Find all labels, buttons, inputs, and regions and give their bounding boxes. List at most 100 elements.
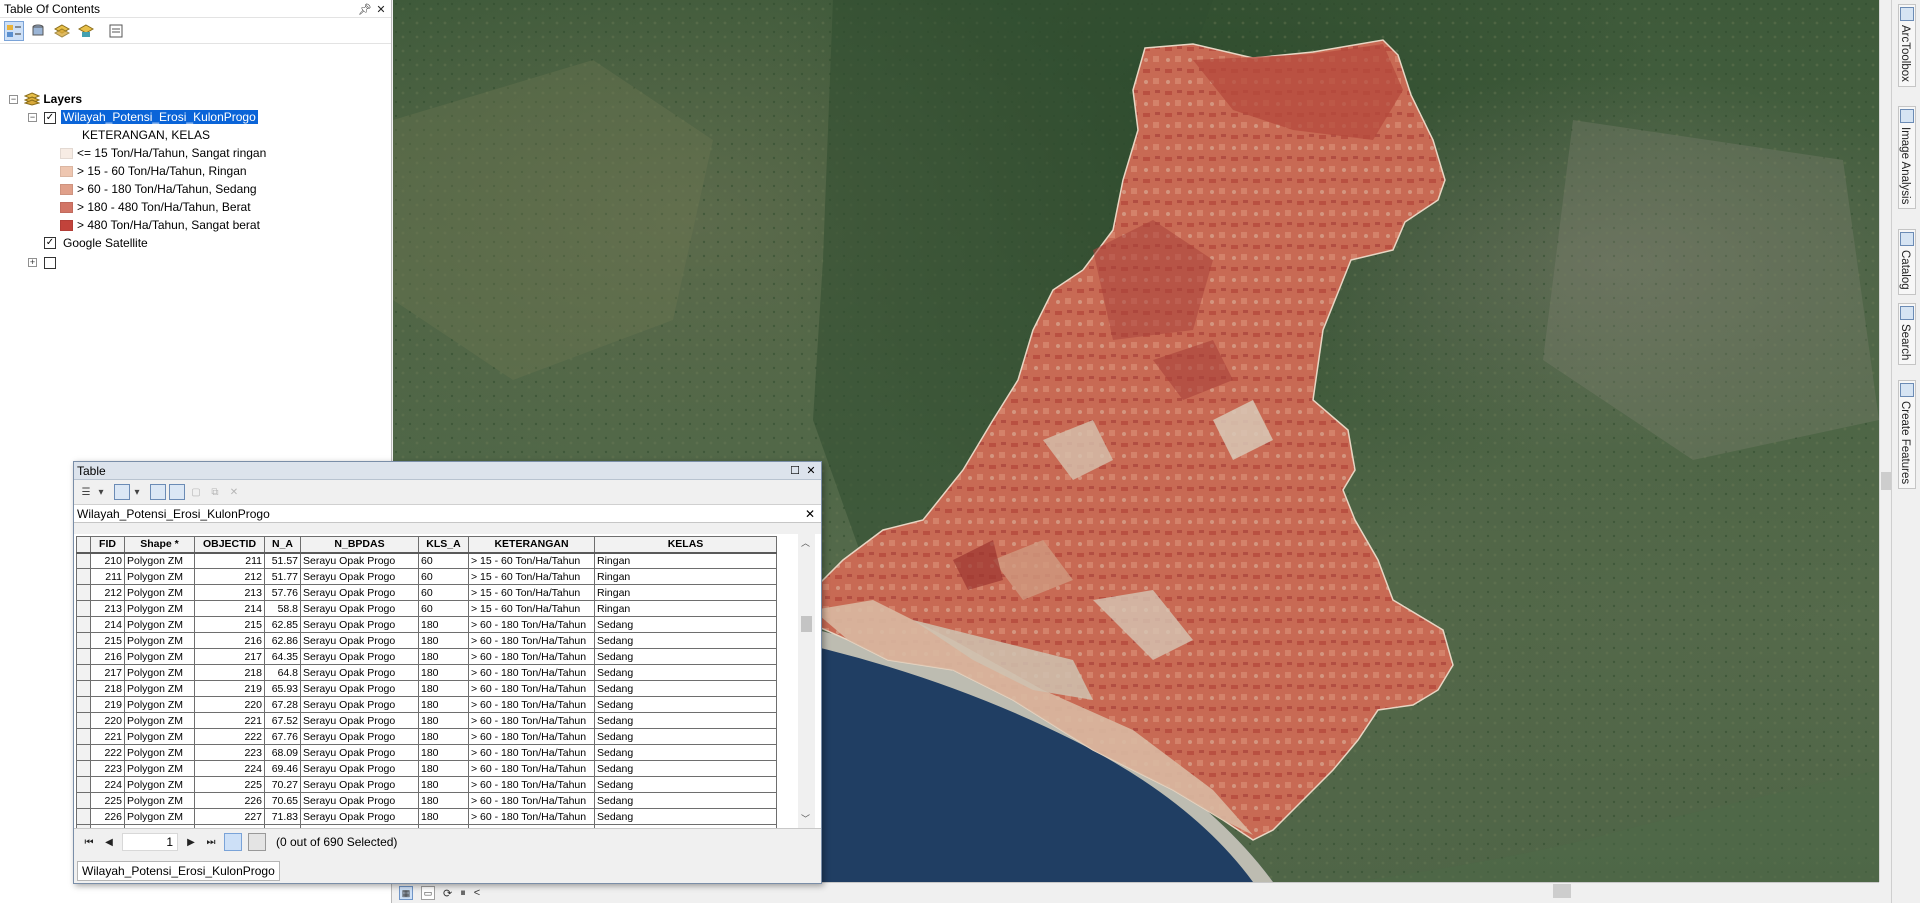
- table-row[interactable]: 217 Polygon ZM 218 64.8 Serayu Opak Progo 180…: [76, 664, 777, 681]
- row-selector[interactable]: [76, 568, 91, 585]
- related-tables-dropdown-icon[interactable]: ▾: [133, 484, 141, 500]
- table-cell[interactable]: Sedang: [594, 648, 777, 665]
- table-cell[interactable]: 67.28: [264, 696, 301, 713]
- table-cell[interactable]: 70.27: [264, 776, 301, 793]
- google-satellite-visibility-checkbox[interactable]: ✓: [44, 237, 56, 249]
- table-cell[interactable]: Polygon ZM: [124, 568, 195, 585]
- map-vertical-scrollbar[interactable]: [1879, 0, 1891, 882]
- table-cell[interactable]: Serayu Opak Progo: [300, 600, 419, 617]
- row-selector[interactable]: [76, 760, 91, 777]
- table-cell[interactable]: 219: [194, 680, 265, 697]
- table-cell[interactable]: 214: [194, 600, 265, 617]
- row-selector[interactable]: [76, 792, 91, 809]
- legend-swatch[interactable]: [60, 166, 73, 177]
- show-selected-records-button[interactable]: [248, 833, 266, 851]
- table-cell[interactable]: Polygon ZM: [124, 664, 195, 681]
- table-cell[interactable]: 218: [90, 680, 125, 697]
- list-by-selection-button[interactable]: [76, 21, 96, 41]
- table-cell[interactable]: 180: [418, 664, 469, 681]
- table-cell[interactable]: 216: [194, 632, 265, 649]
- google-satellite-layer-label[interactable]: Google Satellite: [63, 234, 148, 252]
- table-cell[interactable]: > 60 - 180 Ton/Ha/Tahun: [468, 808, 595, 825]
- table-cell[interactable]: 213: [194, 584, 265, 601]
- table-cell[interactable]: 214: [90, 616, 125, 633]
- table-cell[interactable]: 70.65: [264, 792, 301, 809]
- table-cell[interactable]: 62.86: [264, 632, 301, 649]
- table-cell[interactable]: Sedang: [594, 744, 777, 761]
- table-cell[interactable]: Sedang: [594, 728, 777, 745]
- show-all-records-button[interactable]: [224, 833, 242, 851]
- row-selector[interactable]: [76, 744, 91, 761]
- erosion-layer-name[interactable]: Wilayah_Potensi_Erosi_KulonProgo: [60, 109, 259, 125]
- previous-record-icon[interactable]: ◀: [102, 837, 116, 848]
- table-cell[interactable]: > 60 - 180 Ton/Ha/Tahun: [468, 712, 595, 729]
- table-cell[interactable]: Polygon ZM: [124, 696, 195, 713]
- table-row[interactable]: 222 Polygon ZM 223 68.09 Serayu Opak Progo 18…: [76, 744, 777, 761]
- row-selector[interactable]: [76, 584, 91, 601]
- table-cell[interactable]: > 15 - 60 Ton/Ha/Tahun: [468, 568, 595, 585]
- table-cell[interactable]: Polygon ZM: [124, 584, 195, 601]
- table-cell[interactable]: 222: [90, 744, 125, 761]
- table-cell[interactable]: 211: [90, 568, 125, 585]
- attribute-grid[interactable]: FID Shape * OBJECTID N_A N_BPDAS KLS_A K…: [74, 534, 821, 828]
- table-cell[interactable]: > 60 - 180 Ton/Ha/Tahun: [468, 664, 595, 681]
- refresh-icon[interactable]: ⟳: [443, 887, 452, 900]
- table-cell[interactable]: Sedang: [594, 616, 777, 633]
- select-by-attributes-icon[interactable]: [150, 484, 166, 500]
- delete-selected-icon[interactable]: ✕: [226, 484, 242, 500]
- table-bottom-tab[interactable]: Wilayah_Potensi_Erosi_KulonProgo: [77, 861, 280, 881]
- table-cell[interactable]: 58.8: [264, 600, 301, 617]
- table-cell[interactable]: 180: [418, 776, 469, 793]
- table-cell[interactable]: 210: [90, 552, 125, 569]
- table-row[interactable]: 223 Polygon ZM 224 69.46 Serayu Opak Progo 18…: [76, 760, 777, 777]
- table-cell[interactable]: Polygon ZM: [124, 776, 195, 793]
- list-by-source-button[interactable]: [28, 21, 48, 41]
- table-cell[interactable]: 180: [418, 648, 469, 665]
- table-cell[interactable]: 180: [418, 680, 469, 697]
- table-cell[interactable]: 180: [418, 760, 469, 777]
- row-selector[interactable]: [76, 728, 91, 745]
- table-cell[interactable]: 223: [90, 760, 125, 777]
- table-cell[interactable]: Polygon ZM: [124, 712, 195, 729]
- table-cell[interactable]: > 60 - 180 Ton/Ha/Tahun: [468, 616, 595, 633]
- table-row[interactable]: 225 Polygon ZM 226 70.65 Serayu Opak Progo 18…: [76, 792, 777, 809]
- table-cell[interactable]: 69.46: [264, 760, 301, 777]
- table-cell[interactable]: > 15 - 60 Ton/Ha/Tahun: [468, 552, 595, 569]
- unnamed-layer-expand-toggle[interactable]: +: [28, 258, 37, 267]
- table-cell[interactable]: > 60 - 180 Ton/Ha/Tahun: [468, 792, 595, 809]
- legend-swatch[interactable]: [60, 184, 73, 195]
- table-options-icon[interactable]: ☰: [78, 484, 94, 500]
- table-row[interactable]: 212 Polygon ZM 213 57.76 Serayu Opak Progo 60…: [76, 584, 777, 601]
- table-cell[interactable]: 68.09: [264, 744, 301, 761]
- table-cell[interactable]: 51.57: [264, 552, 301, 569]
- scroll-down-icon[interactable]: ﹀: [801, 812, 810, 825]
- table-cell[interactable]: > 60 - 180 Ton/Ha/Tahun: [468, 760, 595, 777]
- table-cell[interactable]: 180: [418, 712, 469, 729]
- table-cell[interactable]: 224: [194, 760, 265, 777]
- table-cell[interactable]: Serayu Opak Progo: [300, 760, 419, 777]
- table-row[interactable]: 226 Polygon ZM 227 71.83 Serayu Opak Progo 18…: [76, 808, 777, 825]
- table-row[interactable]: 216 Polygon ZM 217 64.35 Serayu Opak Progo 18…: [76, 648, 777, 665]
- table-row[interactable]: 219 Polygon ZM 220 67.28 Serayu Opak Progo 18…: [76, 696, 777, 713]
- table-cell[interactable]: Ringan: [594, 552, 777, 569]
- row-selector[interactable]: [76, 616, 91, 633]
- table-cell[interactable]: 180: [418, 744, 469, 761]
- table-row[interactable]: 214 Polygon ZM 215 62.85 Serayu Opak Progo 18…: [76, 616, 777, 633]
- table-cell[interactable]: Polygon ZM: [124, 744, 195, 761]
- table-cell[interactable]: 180: [418, 616, 469, 633]
- table-cell[interactable]: Serayu Opak Progo: [300, 712, 419, 729]
- table-cell[interactable]: 65.93: [264, 680, 301, 697]
- table-cell[interactable]: Serayu Opak Progo: [300, 648, 419, 665]
- row-selector[interactable]: [76, 648, 91, 665]
- row-selector[interactable]: [76, 664, 91, 681]
- last-record-icon[interactable]: ⏭: [204, 837, 218, 848]
- map-horizontal-scroll-thumb[interactable]: [1553, 884, 1571, 898]
- column-header[interactable]: OBJECTID: [194, 536, 265, 554]
- scroll-left-icon[interactable]: <: [474, 887, 480, 899]
- table-options-dropdown-icon[interactable]: ▾: [97, 484, 105, 500]
- table-cell[interactable]: 212: [194, 568, 265, 585]
- table-cell[interactable]: 218: [194, 664, 265, 681]
- table-row[interactable]: 220 Polygon ZM 221 67.52 Serayu Opak Progo 18…: [76, 712, 777, 729]
- table-cell[interactable]: 211: [194, 552, 265, 569]
- row-selector[interactable]: [76, 712, 91, 729]
